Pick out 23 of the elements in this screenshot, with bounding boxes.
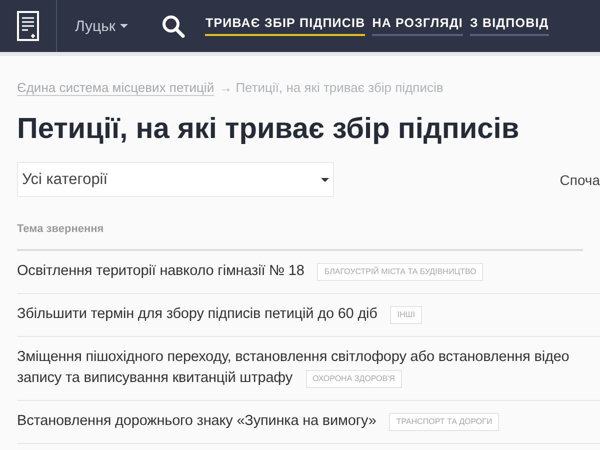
category-tag: БЛАГОУСТРІЙ МІСТА ТА БУДІВНИЦТВО	[317, 262, 484, 280]
nav-tab[interactable]: НА РОЗГЛЯДІ	[372, 16, 463, 36]
select-value: Усі категорії	[22, 170, 108, 188]
caret-icon	[321, 178, 329, 182]
caret-icon	[120, 24, 128, 28]
category-tag: ТРАНСПОРТ ТА ДОРОГИ	[389, 412, 500, 430]
nav-tab[interactable]: ТРИВАЄ ЗБІР ПІДПИСІВ	[205, 16, 366, 36]
petition-link[interactable]: Встановлення дорожнього знаку «Зупинка на вимогу»	[17, 411, 376, 432]
breadcrumb-current: → Петиції, на які триває збір підписів	[219, 80, 444, 95]
search-icon[interactable]	[161, 14, 186, 38]
petition-link[interactable]: запису та виписування квитанцій штрафу	[17, 368, 292, 389]
nav-tab[interactable]: З ВІДПОВІД	[470, 16, 549, 36]
document-icon[interactable]	[17, 11, 39, 41]
city-dropdown[interactable]: Луцьк	[75, 18, 128, 34]
category-tag: ОХОРОНА ЗДОРОВ'Я	[306, 370, 402, 388]
sort-label: Споча	[560, 172, 600, 188]
category-select[interactable]: Усі категорії	[17, 162, 334, 197]
page-title: Петиції, на які триває збір підписів	[17, 113, 520, 146]
petition-link[interactable]: Освітлення території навколо гімназії № 18	[17, 261, 304, 282]
petition-link[interactable]: Зміщення пішохідного переходу, встановлення світлофору або встановлення відео	[17, 347, 570, 368]
petition-link[interactable]: Збільшити термін для збору підписів петицій до 60 діб	[17, 304, 378, 325]
column-header: Тема звернення	[17, 223, 583, 251]
category-tag: ІНШІ	[390, 306, 422, 324]
